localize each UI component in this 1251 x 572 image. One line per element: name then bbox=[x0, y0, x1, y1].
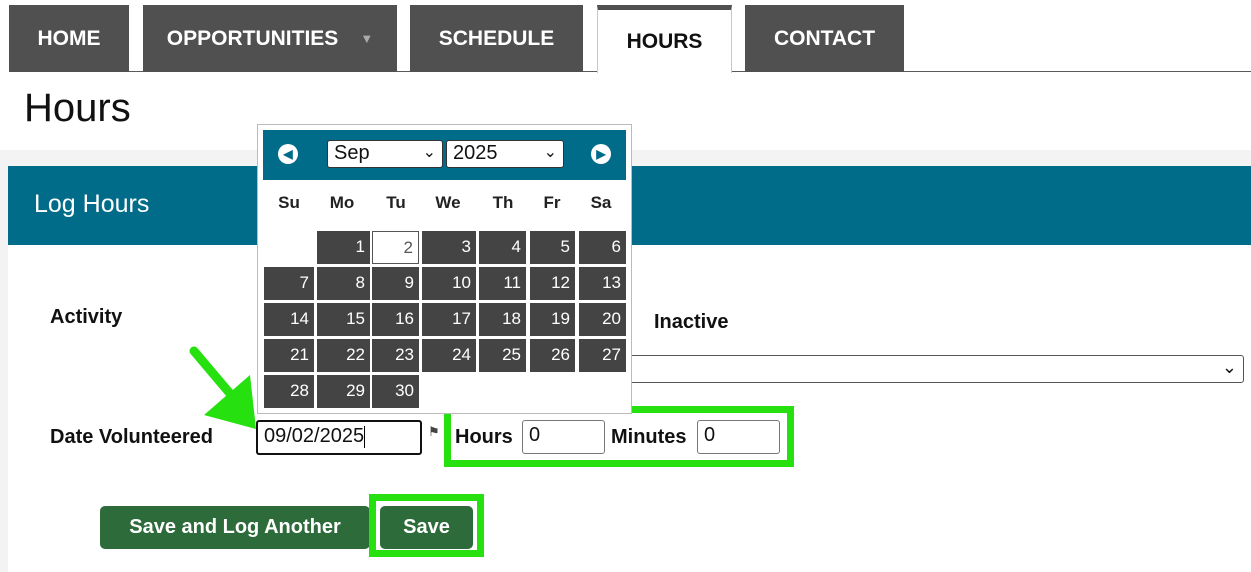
calendar-day[interactable]: 23 bbox=[372, 339, 419, 372]
weekday-label: We bbox=[435, 193, 461, 212]
calendar-day[interactable]: 4 bbox=[479, 231, 526, 264]
chevron-right-icon[interactable]: ▶ bbox=[591, 144, 611, 164]
calendar-day[interactable]: 26 bbox=[530, 339, 575, 372]
calendar-day[interactable]: 9 bbox=[372, 267, 419, 300]
calendar-day[interactable]: 13 bbox=[579, 267, 626, 300]
activity-select[interactable]: ⌄ bbox=[615, 355, 1244, 383]
calendar-day[interactable]: 11 bbox=[479, 267, 526, 300]
weekday-label: Sa bbox=[590, 193, 612, 212]
calendar-day[interactable]: 21 bbox=[264, 339, 314, 372]
calendar-day[interactable]: 29 bbox=[317, 375, 370, 408]
weekday-label: Su bbox=[278, 193, 300, 212]
calendar-day[interactable]: 15 bbox=[317, 303, 370, 336]
hours-minutes-highlight bbox=[444, 406, 794, 467]
weekday-label: Th bbox=[492, 193, 514, 212]
date-volunteered-input[interactable]: 09/02/2025 bbox=[256, 420, 422, 455]
flag-icon[interactable]: ⚑ bbox=[428, 424, 440, 440]
calendar-day[interactable]: 28 bbox=[264, 375, 314, 408]
calendar-day[interactable]: 24 bbox=[422, 339, 476, 372]
month-select-value: Sep bbox=[334, 142, 370, 164]
page-title: Hours bbox=[24, 86, 131, 130]
calendar-day[interactable]: 25 bbox=[479, 339, 526, 372]
tab-opportunities-label: OPPORTUNITIES bbox=[166, 26, 339, 50]
calendar-day[interactable]: 6 bbox=[579, 231, 626, 264]
tab-schedule-label: SCHEDULE bbox=[438, 26, 555, 50]
chevron-left-icon[interactable]: ◀ bbox=[278, 144, 298, 164]
calendar-day[interactable]: 30 bbox=[372, 375, 419, 408]
main-nav: HOME OPPORTUNITIES ▼ SCHEDULE HOURS CONTA… bbox=[0, 0, 1251, 73]
calendar-day[interactable]: 1 bbox=[317, 231, 370, 264]
calendar-day[interactable]: 20 bbox=[579, 303, 626, 336]
calendar-day[interactable]: 7 bbox=[264, 267, 314, 300]
calendar-day[interactable]: 14 bbox=[264, 303, 314, 336]
year-select[interactable]: 2025 ⌄ bbox=[446, 140, 564, 168]
month-select[interactable]: Sep ⌄ bbox=[327, 140, 443, 168]
chevron-down-icon: ⌄ bbox=[543, 144, 557, 161]
chevron-down-icon: ⌄ bbox=[1221, 357, 1237, 377]
tab-schedule[interactable]: SCHEDULE bbox=[410, 5, 583, 72]
calendar-day[interactable]: 17 bbox=[422, 303, 476, 336]
calendar-day[interactable]: 22 bbox=[317, 339, 370, 372]
calendar-day[interactable]: 27 bbox=[579, 339, 626, 372]
activity-label: Activity bbox=[50, 306, 123, 328]
arrow-pointer-icon bbox=[189, 346, 256, 429]
tab-home[interactable]: HOME bbox=[9, 5, 129, 72]
date-value: 09/02/2025 bbox=[264, 425, 365, 447]
year-select-value: 2025 bbox=[453, 142, 498, 164]
save-and-log-another-button[interactable]: Save and Log Another bbox=[100, 506, 370, 549]
calendar-day[interactable]: 10 bbox=[422, 267, 476, 300]
calendar-day[interactable]: 16 bbox=[372, 303, 419, 336]
calendar-day[interactable]: 18 bbox=[479, 303, 526, 336]
status-label: Inactive bbox=[654, 311, 729, 333]
calendar-day[interactable]: 19 bbox=[530, 303, 575, 336]
tab-home-label: HOME bbox=[37, 26, 101, 50]
tab-hours-label: HOURS bbox=[626, 29, 703, 53]
tab-opportunities[interactable]: OPPORTUNITIES ▼ bbox=[143, 5, 397, 72]
datepicker-popup: ◀ Sep ⌄ 2025 ⌄ ▶ Su Mo Tu We Th Fr Sa 1 … bbox=[257, 124, 632, 414]
weekday-label: Mo bbox=[329, 193, 355, 212]
calendar-day-selected[interactable]: 2 bbox=[372, 231, 419, 264]
calendar-day[interactable]: 5 bbox=[530, 231, 575, 264]
calendar-day[interactable]: 8 bbox=[317, 267, 370, 300]
calendar-day[interactable]: 12 bbox=[530, 267, 575, 300]
weekday-label: Tu bbox=[386, 193, 406, 212]
datepicker-header: ◀ Sep ⌄ 2025 ⌄ ▶ bbox=[263, 130, 626, 180]
tab-contact-label: CONTACT bbox=[773, 26, 876, 50]
chevron-down-icon: ⌄ bbox=[422, 144, 436, 161]
dropdown-caret-icon: ▼ bbox=[360, 31, 374, 46]
panel-title: Log Hours bbox=[34, 190, 150, 218]
weekday-label: Fr bbox=[543, 193, 561, 212]
tab-contact[interactable]: CONTACT bbox=[745, 5, 904, 72]
calendar-day[interactable]: 3 bbox=[422, 231, 476, 264]
text-cursor bbox=[364, 425, 366, 448]
save-highlight bbox=[369, 494, 484, 557]
tab-hours[interactable]: HOURS bbox=[597, 5, 732, 73]
